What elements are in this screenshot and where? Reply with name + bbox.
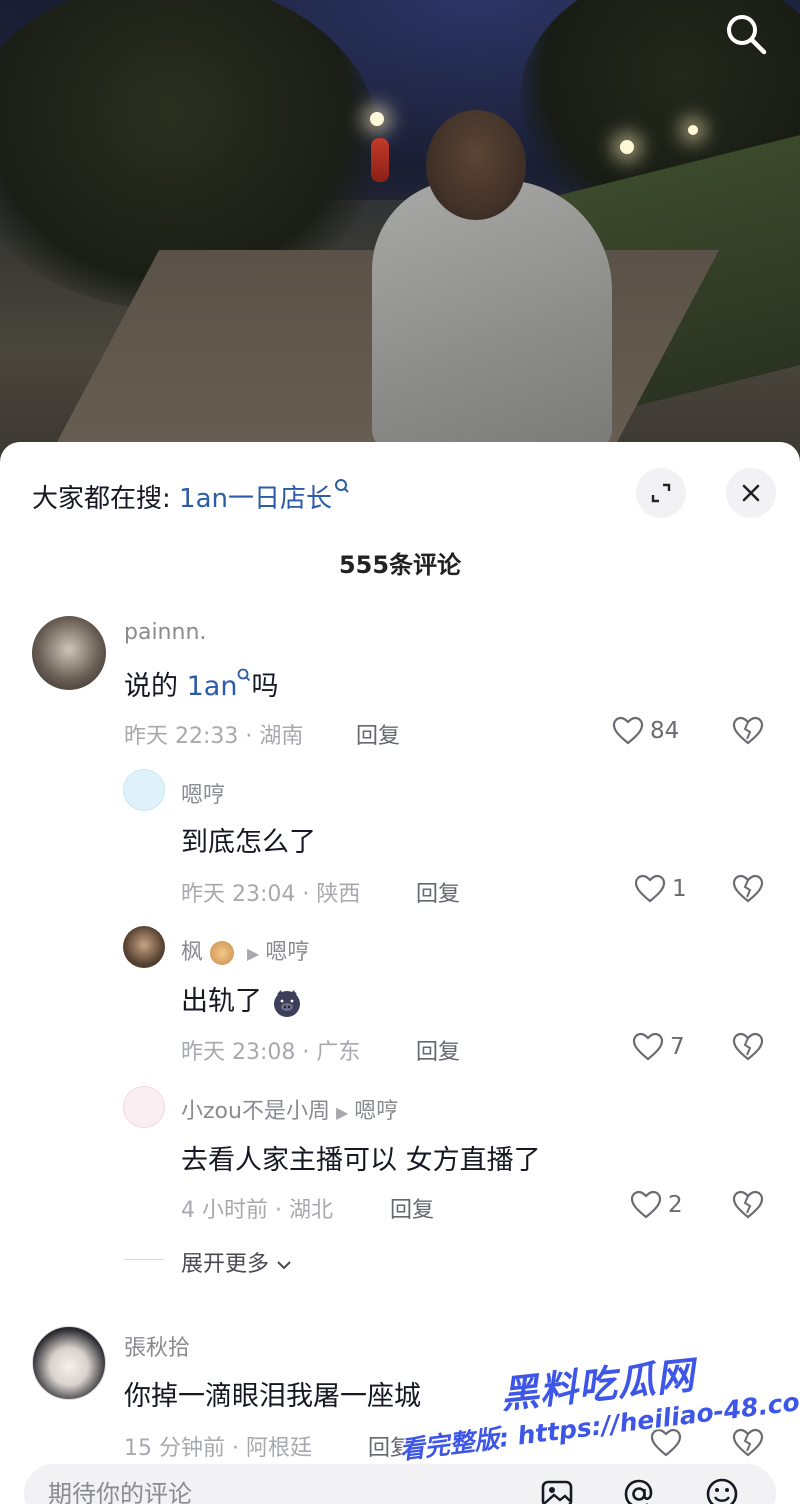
search-icon[interactable] (722, 10, 770, 58)
close-button[interactable] (726, 468, 776, 518)
comment-text: 说的 1an 吗 (124, 664, 278, 703)
like-count: 1 (672, 876, 687, 902)
heart-icon (612, 716, 644, 745)
reply-button[interactable]: 回复 (356, 718, 400, 750)
expand-label: 展开更多 (181, 1252, 270, 1277)
avatar[interactable] (32, 616, 106, 690)
image-icon[interactable] (539, 1476, 575, 1504)
trending-search-prefix: 大家都在搜: (32, 484, 180, 514)
reply-to-user[interactable]: 嗯哼 (265, 940, 309, 965)
trending-search-term[interactable]: 1an一日店长 (179, 484, 332, 514)
broken-heart-icon[interactable] (732, 874, 764, 904)
reply-to-user[interactable]: 嗯哼 (354, 1099, 398, 1124)
red-lantern (371, 138, 389, 182)
like-count: 84 (650, 718, 680, 744)
comment-count: 555条评论 (338, 551, 462, 579)
reply-text-part: 出轨了 (181, 986, 262, 1017)
person-hoodie (372, 180, 612, 450)
broken-heart-icon[interactable] (732, 1032, 764, 1062)
comment-meta: 15 分钟前 · 阿根廷 (124, 1436, 312, 1461)
reply-username-text[interactable]: 小zou不是小周 (181, 1099, 330, 1124)
reply-arrow-icon: ▶ (247, 944, 260, 963)
emoji-icon[interactable] (704, 1476, 740, 1504)
avatar[interactable] (123, 926, 165, 968)
expand-replies-button[interactable]: 展开更多 (181, 1246, 292, 1278)
comment-text-part: 吗 (251, 671, 279, 702)
reply-meta: 昨天 23:08 · 广东 (181, 1040, 361, 1065)
reply-username: 枫 ▶ 嗯哼 (181, 934, 309, 966)
reply-button[interactable]: 回复 (416, 876, 460, 908)
like-button[interactable]: 1 (634, 874, 687, 904)
heart-icon (630, 1190, 662, 1219)
like-button[interactable]: 2 (630, 1190, 683, 1220)
reply-meta: 4 小时前 · 湖北 (181, 1198, 333, 1223)
trending-search[interactable]: 大家都在搜: 1an一日店长 (32, 478, 350, 515)
search-icon (335, 479, 349, 493)
broken-heart-icon[interactable] (732, 1190, 764, 1220)
like-button[interactable]: 84 (612, 716, 679, 746)
person-head (426, 110, 526, 220)
reply-text: 去看人家主播可以 女方直播了 (181, 1145, 541, 1176)
chevron-down-icon (277, 1261, 291, 1270)
close-icon (742, 484, 760, 502)
heart-icon (632, 1032, 664, 1061)
pig-emoji-icon (273, 989, 300, 1017)
comment-meta: 昨天 22:33 · 湖南 (124, 724, 304, 749)
expand-button[interactable] (636, 468, 686, 518)
reply-arrow-icon: ▶ (335, 1103, 349, 1122)
broken-heart-icon[interactable] (732, 1428, 764, 1458)
video-player[interactable] (0, 0, 800, 470)
avatar[interactable] (32, 1326, 106, 1400)
reply-username[interactable]: 嗯哼 (181, 777, 225, 809)
reply-meta: 昨天 23:04 · 陕西 (181, 882, 361, 907)
comment-input-bar (24, 1464, 776, 1504)
comment-link[interactable]: 1an (187, 671, 238, 702)
at-icon[interactable] (621, 1476, 657, 1504)
reply-button[interactable]: 回复 (390, 1192, 434, 1224)
reply-text: 出轨了 (181, 979, 303, 1018)
broken-heart-icon[interactable] (732, 716, 764, 746)
avatar[interactable] (123, 769, 165, 811)
street-lamp (620, 140, 634, 154)
reply-text: 到底怎么了 (181, 827, 316, 858)
street-lamp (370, 112, 384, 126)
like-count: 2 (668, 1192, 683, 1218)
street-lamp (688, 125, 698, 135)
comment-username[interactable]: painnn. (124, 620, 206, 645)
search-icon (238, 668, 251, 682)
like-count: 7 (670, 1034, 685, 1060)
expand-divider (124, 1259, 164, 1260)
like-button[interactable]: 7 (632, 1032, 685, 1062)
reply-username-text[interactable]: 枫 (181, 940, 203, 965)
reply-username: 小zou不是小周 ▶ 嗯哼 (181, 1093, 398, 1125)
heart-icon (634, 874, 666, 903)
badge-icon (210, 941, 235, 965)
avatar[interactable] (123, 1086, 165, 1128)
reply-button[interactable]: 回复 (416, 1034, 460, 1066)
comment-input[interactable] (48, 1474, 488, 1504)
comment-username[interactable]: 張秋拾 (124, 1330, 190, 1362)
expand-icon (651, 483, 671, 503)
comment-text-part: 说的 (124, 671, 187, 702)
comment-text: 你掉一滴眼泪我屠一座城 (124, 1381, 421, 1412)
